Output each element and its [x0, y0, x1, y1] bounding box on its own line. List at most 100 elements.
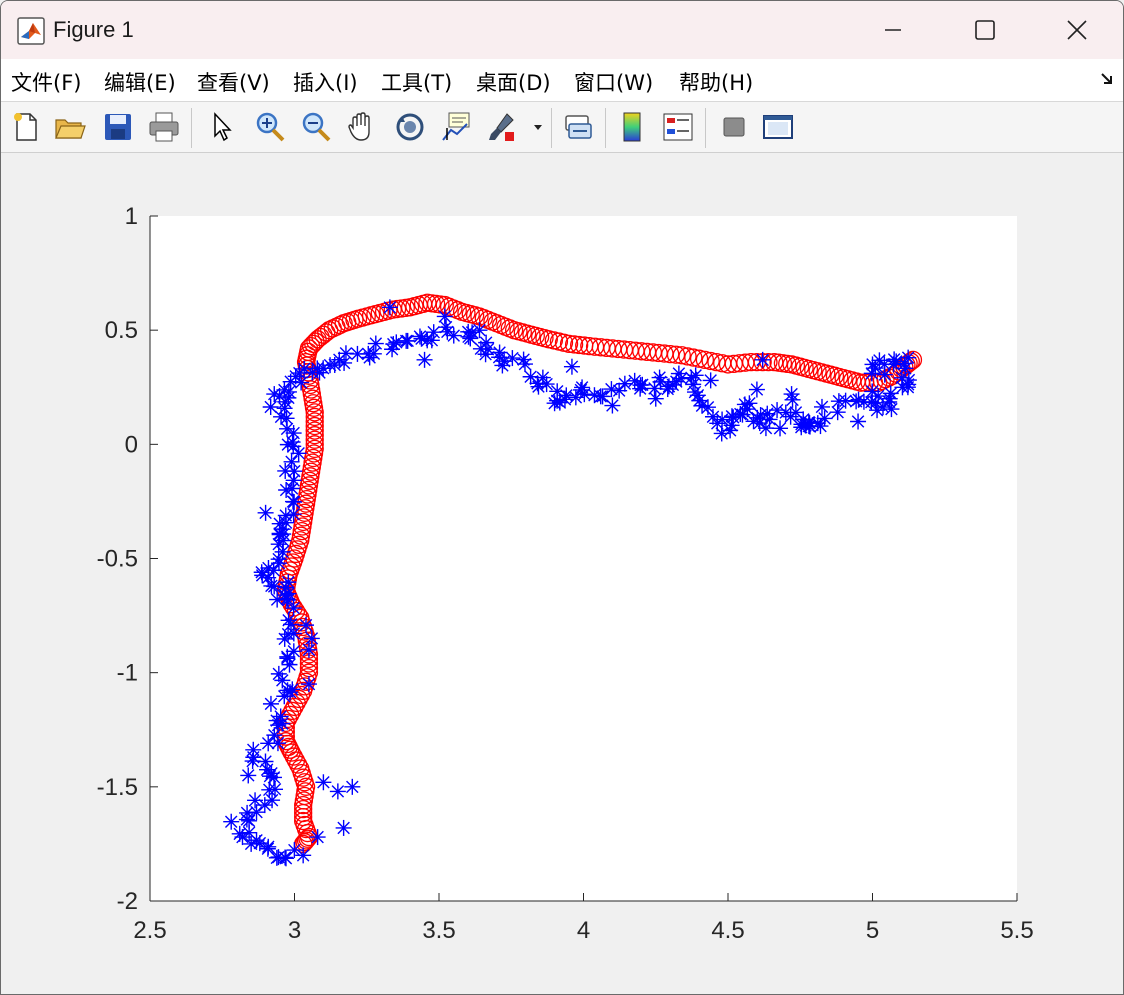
- show-plot-tools-button[interactable]: [761, 110, 795, 144]
- title-bar[interactable]: Figure 1: [1, 1, 1123, 59]
- asterisk-marker: [365, 345, 382, 362]
- asterisk-marker: [274, 521, 291, 538]
- y-tick-label: 0.5: [105, 317, 138, 344]
- save-button[interactable]: [101, 110, 135, 144]
- asterisk-marker: [864, 356, 881, 373]
- asterisk-marker: [398, 332, 415, 349]
- x-tick-label: 3: [288, 917, 301, 944]
- asterisk-marker: [300, 676, 317, 693]
- asterisk-marker: [748, 381, 765, 398]
- scatter-chart[interactable]: 2.5 3 3.5 4 4.5 5 5.5 -2 -1.5 -1 -0.5 0 0.5 1: [1, 153, 1123, 994]
- asterisk-marker: [263, 577, 280, 594]
- asterisk-marker: [611, 382, 628, 399]
- x-tick-label: 5: [866, 917, 879, 944]
- asterisk-marker: [245, 741, 262, 758]
- asterisk-marker: [277, 507, 294, 524]
- pan-hand-icon: [348, 112, 370, 141]
- x-tick-label: 4: [577, 917, 590, 944]
- link-plot-button[interactable]: [561, 110, 595, 144]
- menu-view[interactable]: 查看(V): [197, 67, 270, 97]
- asterisk-marker: [283, 453, 300, 470]
- menu-help[interactable]: 帮助(H): [679, 67, 753, 97]
- asterisk-marker: [563, 358, 580, 375]
- minimize-icon: [885, 29, 901, 31]
- asterisk-marker: [477, 346, 494, 363]
- asterisk-marker: [240, 767, 257, 784]
- asterisk-marker: [315, 774, 332, 791]
- brush-icon: [489, 113, 514, 141]
- menu-desktop[interactable]: 桌面(D): [476, 67, 551, 97]
- x-tick-label: 3.5: [422, 917, 455, 944]
- print-button[interactable]: [147, 110, 181, 144]
- asterisk-marker: [702, 372, 719, 389]
- toolbar-separator: [605, 108, 606, 148]
- rotate-3d-icon: [396, 113, 424, 141]
- figure-window: Figure 1 文件(F) 编辑(E) 查看(V) 插入(I) 工具(T) 桌…: [0, 0, 1124, 995]
- asterisk-marker: [439, 323, 456, 340]
- maximize-icon: [975, 20, 995, 40]
- brush-dropdown[interactable]: [531, 110, 545, 144]
- new-figure-icon: [14, 113, 37, 141]
- asterisk-marker: [335, 819, 352, 836]
- asterisk-marker: [574, 379, 591, 396]
- menu-file[interactable]: 文件(F): [11, 67, 81, 97]
- asterisk-marker: [647, 390, 664, 407]
- print-icon: [149, 112, 179, 142]
- toolbar-separator: [705, 108, 706, 148]
- hide-plot-tools-button[interactable]: [717, 110, 751, 144]
- asterisk-marker: [272, 708, 289, 725]
- figure-canvas: 2.5 3 3.5 4 4.5 5 5.5 -2 -1.5 -1 -0.5 0 0.5 1: [1, 153, 1123, 994]
- asterisk-marker: [494, 357, 511, 374]
- asterisk-marker: [592, 388, 609, 405]
- asterisk-marker: [445, 327, 462, 344]
- asterisk-marker: [471, 322, 488, 339]
- data-cursor-button[interactable]: [439, 110, 473, 144]
- colorbar-icon: [623, 112, 641, 142]
- asterisk-marker: [309, 829, 326, 846]
- select-arrow-button[interactable]: [205, 110, 239, 144]
- rotate-3d-button[interactable]: [393, 110, 427, 144]
- asterisk-marker: [734, 406, 751, 423]
- menu-window[interactable]: 窗口(W): [574, 67, 653, 97]
- menu-insert[interactable]: 插入(I): [293, 67, 358, 97]
- asterisk-marker: [736, 396, 753, 413]
- x-tick-label: 4.5: [711, 917, 744, 944]
- asterisk-marker: [284, 493, 301, 510]
- y-tick-label: 1: [125, 203, 138, 230]
- asterisk-marker: [900, 349, 917, 366]
- asterisk-marker: [850, 391, 867, 408]
- menu-bar: 文件(F) 编辑(E) 查看(V) 插入(I) 工具(T) 桌面(D) 窗口(W…: [1, 59, 1123, 102]
- colorbar-button[interactable]: [615, 110, 649, 144]
- y-tick-label: -1: [117, 660, 138, 687]
- menu-tools[interactable]: 工具(T): [381, 67, 452, 97]
- zoom-in-icon: [256, 112, 285, 142]
- zoom-out-button[interactable]: [299, 110, 333, 144]
- asterisk-marker: [850, 413, 867, 430]
- new-figure-button[interactable]: [9, 110, 43, 144]
- open-file-button[interactable]: [53, 110, 87, 144]
- maximize-button[interactable]: [939, 1, 1031, 59]
- asterisk-marker: [876, 366, 893, 383]
- dock-arrow-icon[interactable]: [1099, 71, 1115, 87]
- y-tick-label: -0.5: [97, 546, 138, 573]
- legend-icon: [663, 113, 693, 141]
- asterisk-marker: [315, 360, 332, 377]
- legend-button[interactable]: [661, 110, 695, 144]
- asterisk-marker: [264, 792, 281, 809]
- pan-button[interactable]: [345, 110, 379, 144]
- zoom-in-button[interactable]: [253, 110, 287, 144]
- brush-button[interactable]: [485, 110, 519, 144]
- menu-edit[interactable]: 编辑(E): [104, 67, 176, 97]
- asterisk-marker: [303, 630, 320, 647]
- asterisk-marker: [285, 643, 302, 660]
- y-tick-label: -2: [117, 888, 138, 915]
- asterisk-marker: [257, 504, 274, 521]
- asterisk-marker: [262, 695, 279, 712]
- chevron-down-icon: [534, 125, 542, 130]
- asterisk-marker: [416, 351, 433, 368]
- asterisk-marker: [381, 299, 398, 316]
- y-tick-label: 0: [125, 431, 138, 458]
- minimize-button[interactable]: [847, 1, 939, 59]
- show-plot-tools-icon: [763, 115, 793, 139]
- close-button[interactable]: [1031, 1, 1123, 59]
